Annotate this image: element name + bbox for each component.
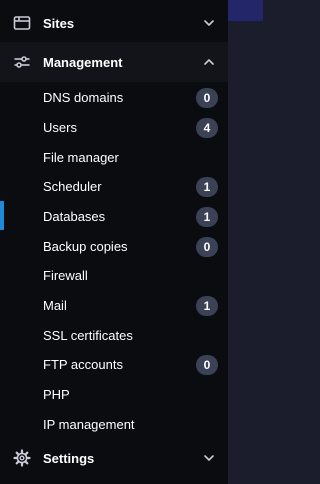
menu-item-label: File manager xyxy=(43,149,119,165)
menu-item-label: PHP xyxy=(43,386,70,402)
count-badge: 0 xyxy=(196,355,218,375)
menu-item-label: SSL certificates xyxy=(43,327,133,343)
menu-item-databases[interactable]: Databases 1 xyxy=(0,201,228,231)
menu-item-ssl-certificates[interactable]: SSL certificates xyxy=(0,320,228,350)
menu-item-label: Mail xyxy=(43,297,67,313)
menu-item-firewall[interactable]: Firewall xyxy=(0,260,228,290)
menu-item-file-manager[interactable]: File manager xyxy=(0,142,228,172)
sidebar-section-management[interactable]: Management xyxy=(0,42,228,82)
content-area xyxy=(228,0,263,484)
sliders-icon xyxy=(13,53,31,71)
count-badge: 1 xyxy=(196,177,218,197)
menu-item-label: FTP accounts xyxy=(43,356,123,372)
menu-item-label: Backup copies xyxy=(43,238,128,254)
menu-item-ip-management[interactable]: IP management xyxy=(0,409,228,439)
menu-item-label: Firewall xyxy=(43,267,88,283)
menu-item-ftp-accounts[interactable]: FTP accounts 0 xyxy=(0,349,228,379)
menu-item-label: IP management xyxy=(43,416,135,432)
count-badge: 1 xyxy=(196,296,218,316)
count-badge: 0 xyxy=(196,237,218,257)
menu-item-label: Databases xyxy=(43,208,106,224)
count-badge: 4 xyxy=(196,118,218,138)
menu-item-php[interactable]: PHP xyxy=(0,379,228,409)
chevron-up-icon xyxy=(202,55,216,69)
count-badge: 1 xyxy=(196,207,218,227)
sidebar-section-label: Settings xyxy=(43,450,95,466)
sidebar: Sites Management DNS domains 0 Users 4 F… xyxy=(0,0,228,484)
sidebar-section-sites[interactable]: Sites xyxy=(0,3,228,43)
chevron-down-icon xyxy=(202,16,216,30)
sidebar-section-label: Sites xyxy=(43,15,75,31)
menu-item-label: DNS domains xyxy=(43,89,124,105)
menu-item-users[interactable]: Users 4 xyxy=(0,112,228,142)
gear-icon xyxy=(13,449,31,467)
menu-item-label: Scheduler xyxy=(43,178,102,194)
menu-item-backup-copies[interactable]: Backup copies 0 xyxy=(0,231,228,261)
chevron-down-icon xyxy=(202,451,216,465)
menu-item-scheduler[interactable]: Scheduler 1 xyxy=(0,171,228,201)
menu-item-dns-domains[interactable]: DNS domains 0 xyxy=(0,82,228,112)
menu-item-label: Users xyxy=(43,119,77,135)
header-band xyxy=(228,0,263,21)
window-icon xyxy=(13,14,31,32)
sidebar-section-settings[interactable]: Settings xyxy=(0,438,228,478)
count-badge: 0 xyxy=(196,88,218,108)
sidebar-section-label: Management xyxy=(43,54,123,70)
menu-item-mail[interactable]: Mail 1 xyxy=(0,290,228,320)
